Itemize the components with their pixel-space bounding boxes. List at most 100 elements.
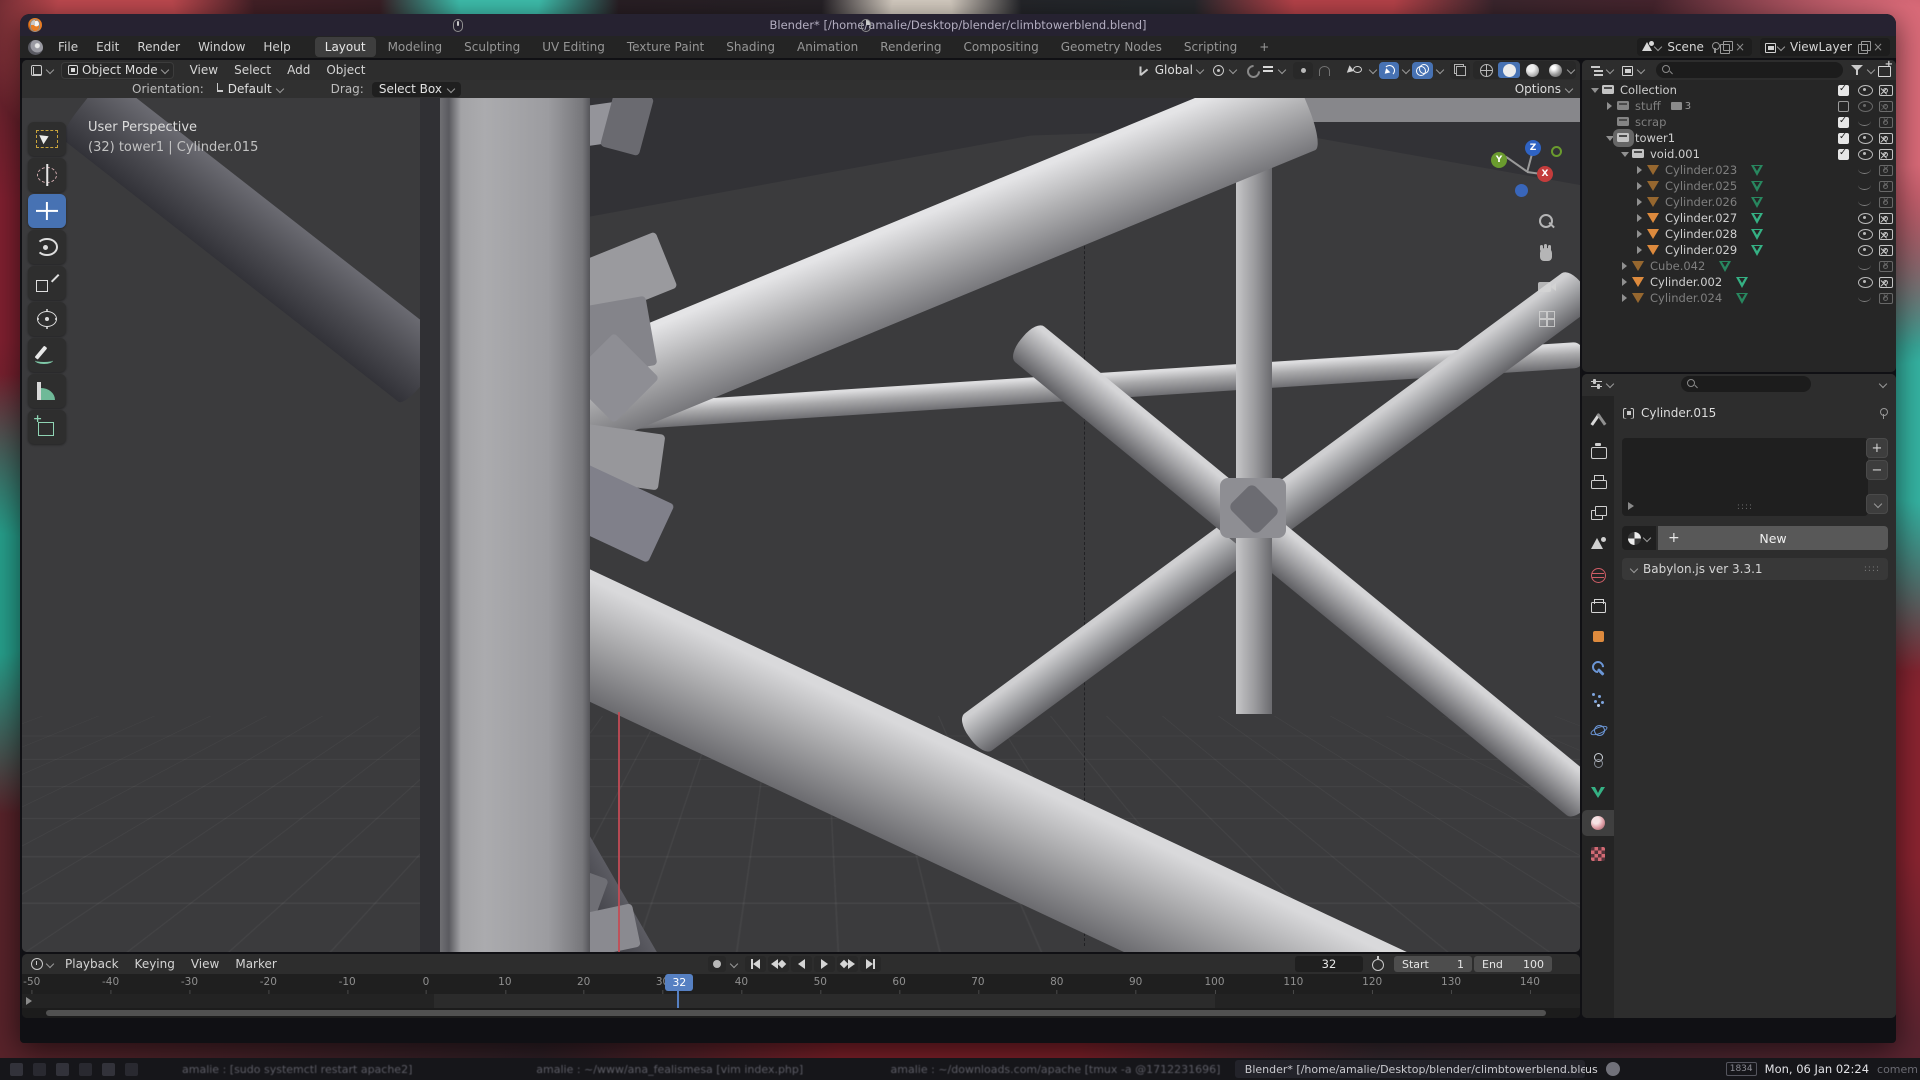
timeline-menu-item[interactable]: Keying	[127, 957, 183, 971]
pin-icon[interactable]	[1878, 407, 1888, 419]
expand-arrow[interactable]	[1605, 101, 1616, 111]
gizmo-x-axis[interactable]: X	[1537, 166, 1553, 182]
expand-arrow[interactable]	[1635, 165, 1646, 175]
copy-icon[interactable]	[1858, 41, 1870, 53]
close-icon[interactable]: ×	[1870, 40, 1886, 54]
hide-eye-toggle[interactable]	[1858, 245, 1873, 256]
expand-arrow[interactable]	[1620, 261, 1631, 271]
gizmo-minus-axis[interactable]	[1515, 184, 1528, 197]
shading-wireframe-button[interactable]	[1475, 62, 1497, 78]
timeline-menu-item[interactable]: View	[183, 957, 227, 971]
outliner-row[interactable]: Cylinder.024 ×	[1582, 290, 1896, 306]
workspace-tab[interactable]: Geometry Nodes	[1051, 37, 1172, 57]
playhead[interactable]: 32	[677, 974, 679, 1008]
disable-render-toggle[interactable]: ×	[1879, 116, 1894, 128]
hide-eye-toggle[interactable]	[1858, 117, 1873, 128]
exclude-checkbox[interactable]	[1838, 149, 1849, 160]
viewport-menu-item[interactable]: Object	[318, 63, 373, 77]
add-slot-button[interactable]: +	[1866, 438, 1888, 458]
properties-tab[interactable]	[1582, 407, 1614, 433]
timeline-menu-item[interactable]: Marker	[227, 957, 284, 971]
gizmo-minus-axis[interactable]	[1551, 146, 1562, 157]
timeline-ruler[interactable]: -50-40-30-20-100102030405060708090100110…	[22, 974, 1580, 994]
properties-tab[interactable]	[1582, 717, 1614, 743]
menu-item[interactable]: Edit	[87, 36, 128, 58]
expand-arrow[interactable]	[1635, 213, 1646, 223]
gizmos-toggle[interactable]	[1379, 62, 1399, 79]
xray-toggle[interactable]	[1450, 62, 1470, 79]
hide-eye-toggle[interactable]	[1858, 229, 1873, 240]
hide-eye-toggle[interactable]	[1858, 101, 1873, 112]
disable-render-toggle[interactable]: ×	[1879, 180, 1894, 192]
disable-render-toggle[interactable]: ×	[1879, 228, 1894, 240]
snap-settings-icon[interactable]	[1262, 64, 1274, 76]
taskbar-window-button[interactable]: amalie : ~/www/ana_fealismesa [vim index…	[526, 1060, 876, 1078]
workspace-tab[interactable]: Rendering	[870, 37, 951, 57]
exclude-checkbox[interactable]	[1838, 117, 1849, 128]
workspace-tab[interactable]: Scripting	[1174, 37, 1247, 57]
expand-arrow[interactable]	[1620, 277, 1631, 287]
editor-type-selector[interactable]	[26, 64, 57, 77]
shading-solid-button[interactable]	[1498, 62, 1520, 78]
properties-search[interactable]	[1681, 376, 1811, 392]
taskbar-window-button[interactable]: amalie : [sudo systemctl restart apache2…	[172, 1060, 522, 1078]
properties-tab[interactable]	[1582, 531, 1614, 557]
tray-app-icon[interactable]	[1606, 1062, 1620, 1076]
outliner-row[interactable]: Cylinder.025 ×	[1582, 178, 1896, 194]
3d-viewport-canvas[interactable]: User Perspective (32) tower1 | Cylinder.…	[22, 98, 1580, 952]
launcher-icon[interactable]	[56, 1063, 69, 1076]
launcher-icon[interactable]	[79, 1063, 92, 1076]
drag-tool-dropdown[interactable]: Select Box	[372, 82, 461, 97]
launcher-icon[interactable]	[10, 1063, 23, 1076]
exclude-checkbox[interactable]	[1838, 133, 1849, 144]
copy-icon[interactable]	[1720, 41, 1732, 53]
disable-render-toggle[interactable]: ×	[1879, 132, 1894, 144]
properties-tab[interactable]	[1582, 779, 1614, 805]
disable-render-toggle[interactable]: ×	[1879, 244, 1894, 256]
visibility-dropdown[interactable]	[1344, 62, 1366, 79]
shading-rendered-button[interactable]	[1544, 62, 1566, 78]
orientation-dropdown[interactable]: Default	[204, 82, 291, 96]
perspective-toggle-icon[interactable]	[1536, 308, 1558, 330]
outliner-row[interactable]: stuff 3 ×	[1582, 98, 1896, 114]
next-keyframe-button[interactable]	[837, 956, 858, 972]
outliner-row[interactable]: Cylinder.029 ×	[1582, 242, 1896, 258]
search-input[interactable]	[1701, 378, 1805, 390]
workspace-tab[interactable]: +	[1249, 37, 1279, 57]
prev-keyframe-button[interactable]	[768, 956, 789, 972]
close-icon[interactable]: ×	[1732, 40, 1748, 54]
channel-expand-arrow[interactable]	[26, 997, 32, 1005]
remove-slot-button[interactable]: −	[1866, 460, 1888, 480]
material-slot-list[interactable]: ::::	[1622, 438, 1868, 516]
taskbar-window-button[interactable]: Blender* [/home/amalie/Desktop/blender/c…	[1235, 1060, 1585, 1078]
scrollbar-thumb[interactable]	[46, 1010, 1546, 1016]
clock[interactable]: Mon, 06 Jan 02:24	[1765, 1062, 1869, 1076]
workspace-tab[interactable]: Layout	[315, 37, 376, 57]
tool-button[interactable]	[28, 122, 66, 156]
pivot-point-icon[interactable]	[1212, 64, 1225, 77]
tool-button[interactable]	[28, 410, 66, 444]
outliner-row[interactable]: Cylinder.026 ×	[1582, 194, 1896, 210]
tool-button[interactable]	[28, 266, 66, 300]
disable-render-toggle[interactable]: ×	[1879, 148, 1894, 160]
camera-view-icon[interactable]	[1536, 276, 1558, 298]
proportional-editing-toggle[interactable]	[1293, 62, 1313, 79]
workspace-tab[interactable]: Texture Paint	[617, 37, 714, 57]
play-button[interactable]	[814, 956, 835, 972]
disable-render-toggle[interactable]: ×	[1879, 260, 1894, 272]
hide-eye-toggle[interactable]	[1858, 85, 1873, 96]
snap-magnet-icon[interactable]	[1246, 64, 1258, 76]
properties-tab[interactable]	[1582, 810, 1614, 836]
shading-material-button[interactable]	[1521, 62, 1543, 78]
tool-button[interactable]	[28, 230, 66, 264]
tool-button[interactable]	[28, 158, 66, 192]
window-titlebar[interactable]: Blender* [/home/amalie/Desktop/blender/c…	[20, 14, 1896, 36]
timeline-menu-item[interactable]: Playback	[57, 957, 127, 971]
expand-arrow[interactable]	[1605, 117, 1616, 127]
properties-tab[interactable]	[1582, 841, 1614, 867]
viewport-menu-item[interactable]: View	[182, 63, 226, 77]
exclude-checkbox[interactable]	[1838, 85, 1849, 96]
tool-button[interactable]	[28, 302, 66, 336]
pan-hand-icon[interactable]	[1536, 244, 1558, 266]
expand-arrow[interactable]	[1620, 293, 1631, 303]
